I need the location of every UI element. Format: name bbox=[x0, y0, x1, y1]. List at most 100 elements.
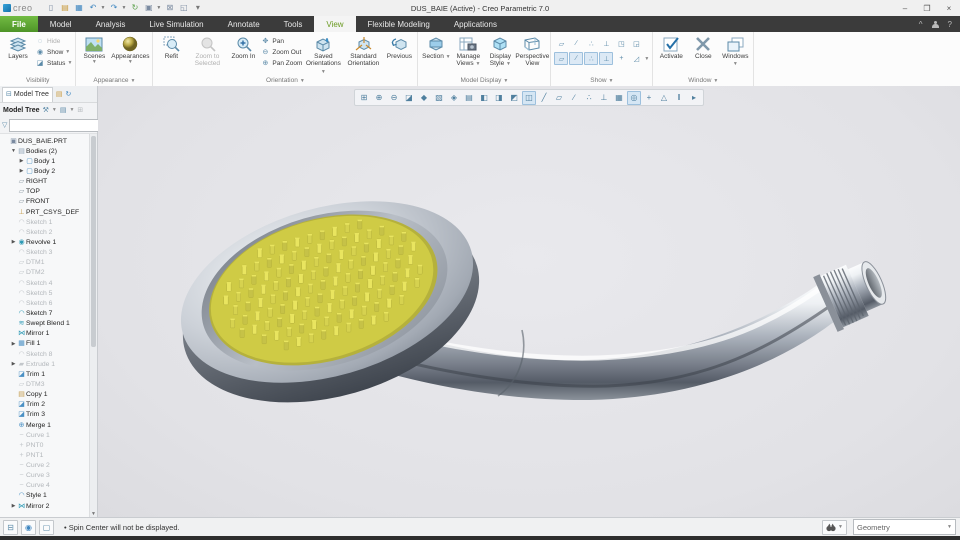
tree-collapsed-arrow[interactable]: ▶ bbox=[10, 361, 17, 367]
section-button[interactable]: Section ▼ bbox=[421, 33, 451, 61]
tree-item-sketch-8[interactable]: ◠ Sketch 8 bbox=[0, 349, 97, 359]
spin-center-toggle[interactable]: + bbox=[614, 52, 628, 65]
redo-icon[interactable]: ↷ bbox=[108, 3, 119, 14]
tab-flexible-modeling[interactable]: Flexible Modeling bbox=[356, 16, 442, 32]
window-switch-icon[interactable]: ▣ bbox=[143, 3, 154, 14]
tree-item-body-1[interactable]: ▶ ▢ Body 1 bbox=[0, 156, 97, 166]
axis-tag-display-toggle[interactable]: ∕ bbox=[569, 52, 584, 65]
tab-annotate[interactable]: Annotate bbox=[216, 16, 272, 32]
activate-button[interactable]: Activate bbox=[656, 33, 686, 60]
tree-item-merge-1[interactable]: ⊕ Merge 1 bbox=[0, 420, 97, 430]
tree-item-bodies-2[interactable]: ▼ ▤ Bodies (2) bbox=[0, 146, 97, 156]
tree-item-copy-1[interactable]: ▤ Copy 1 bbox=[0, 390, 97, 400]
tree-item-fill-1[interactable]: ▶ ▦ Fill 1 bbox=[0, 339, 97, 349]
tree-item-trim-2[interactable]: ◪ Trim 2 bbox=[0, 400, 97, 410]
hide-button[interactable]: ◌ Hide bbox=[35, 36, 72, 46]
collapse-ribbon-icon[interactable]: ^ bbox=[919, 20, 923, 29]
folder-browser-icon[interactable]: ▤ bbox=[56, 91, 63, 98]
tree-item-extrude-1[interactable]: ▶ ▰ Extrude 1 bbox=[0, 359, 97, 369]
plane-display-toggle[interactable]: ▱ bbox=[554, 37, 568, 50]
model-tree-display-toggle[interactable]: ◲ bbox=[629, 37, 643, 50]
new-icon[interactable]: ▯ bbox=[46, 3, 57, 14]
zoom-to-selected-button[interactable]: Zoom to Selected bbox=[188, 33, 226, 68]
tree-columns-icon[interactable]: ▤ bbox=[60, 107, 67, 114]
tree-item-sketch-1[interactable]: ◠ Sketch 1 bbox=[0, 217, 97, 227]
selection-filter-select[interactable]: Geometry ▼ bbox=[853, 519, 956, 535]
navigator-toggle-icon[interactable]: ⊟ bbox=[3, 519, 18, 535]
history-icon[interactable]: ↻ bbox=[66, 91, 72, 98]
datum-display-filter-toggle[interactable]: ◿ bbox=[629, 52, 643, 65]
tree-item-curve-2[interactable]: ~ Curve 2 bbox=[0, 461, 97, 471]
shower-head-model[interactable] bbox=[98, 86, 960, 518]
layers-button[interactable]: Layers bbox=[3, 33, 33, 60]
tree-search-input[interactable] bbox=[10, 121, 106, 129]
point-tag-display-toggle[interactable]: ∴ bbox=[584, 52, 599, 65]
annotation-display-toggle[interactable]: ◳ bbox=[614, 37, 628, 50]
tab-model[interactable]: Model bbox=[38, 16, 84, 32]
tree-item-body-2[interactable]: ▶ ▢ Body 2 bbox=[0, 166, 97, 176]
tree-collapsed-arrow[interactable]: ▶ bbox=[18, 158, 25, 164]
tree-item-sketch-4[interactable]: ◠ Sketch 4 bbox=[0, 278, 97, 288]
csys-tag-display-toggle[interactable]: ⊥ bbox=[599, 52, 614, 65]
tree-collapsed-arrow[interactable]: ▶ bbox=[10, 239, 17, 245]
refit-button[interactable]: Refit bbox=[156, 33, 186, 60]
undo-dropdown-icon[interactable]: ▼ bbox=[101, 5, 106, 11]
new-window-icon[interactable]: ◱ bbox=[178, 3, 189, 14]
tree-item-mirror-2[interactable]: ▶ ⋈ Mirror 2 bbox=[0, 501, 97, 511]
saved-orientations-button[interactable]: Saved Orientations ▼ bbox=[304, 33, 342, 76]
tab-applications[interactable]: Applications bbox=[442, 16, 509, 32]
tree-item-curve-3[interactable]: ~ Curve 3 bbox=[0, 471, 97, 481]
redo-dropdown-icon[interactable]: ▼ bbox=[121, 5, 126, 11]
tree-item-dus-baie-prt[interactable]: ▣ DUS_BAIE.PRT bbox=[0, 136, 97, 146]
tab-file[interactable]: File bbox=[0, 16, 38, 32]
standard-orientation-button[interactable]: Standard Orientation bbox=[344, 33, 382, 68]
display-style-button[interactable]: Display Style ▼ bbox=[485, 33, 515, 68]
tree-item-sketch-2[interactable]: ◠ Sketch 2 bbox=[0, 227, 97, 237]
tab-view[interactable]: View bbox=[314, 16, 356, 32]
datum-display-dropdown-icon[interactable]: ▼ bbox=[644, 56, 649, 62]
tab-analysis[interactable]: Analysis bbox=[84, 16, 138, 32]
point-display-toggle[interactable]: ∴ bbox=[584, 37, 598, 50]
tree-item-sketch-5[interactable]: ◠ Sketch 5 bbox=[0, 288, 97, 298]
web-browser-toggle-icon[interactable]: ◉ bbox=[21, 519, 36, 535]
find-button[interactable]: ▼ bbox=[822, 519, 847, 535]
full-screen-toggle-icon[interactable]: ▢ bbox=[39, 519, 54, 535]
pan-button[interactable]: ✥ Pan bbox=[260, 36, 302, 46]
tree-item-dtm2[interactable]: ▱ DTM2 bbox=[0, 268, 97, 278]
appearances-button[interactable]: Appearances ▼ bbox=[111, 33, 150, 66]
tab-tools[interactable]: Tools bbox=[272, 16, 315, 32]
tree-expanded-arrow[interactable]: ▼ bbox=[10, 148, 17, 154]
tree-item-sketch-7[interactable]: ◠ Sketch 7 bbox=[0, 308, 97, 318]
tree-item-top[interactable]: ▱ TOP bbox=[0, 187, 97, 197]
tree-item-curve-4[interactable]: ~ Curve 4 bbox=[0, 481, 97, 491]
tree-item-pnt0[interactable]: + PNT0 bbox=[0, 440, 97, 450]
tree-collapsed-arrow[interactable]: ▶ bbox=[18, 168, 25, 174]
regenerate-icon[interactable]: ↻ bbox=[129, 3, 140, 14]
tree-collapsed-arrow[interactable]: ▶ bbox=[10, 503, 17, 509]
tab-live-simulation[interactable]: Live Simulation bbox=[137, 16, 215, 32]
minimize-button[interactable]: – bbox=[894, 1, 916, 16]
csys-display-toggle[interactable]: ⊥ bbox=[599, 37, 613, 50]
tab-model-tree[interactable]: ⊟ Model Tree bbox=[2, 86, 53, 102]
tree-scrollbar[interactable]: ▼ bbox=[89, 134, 97, 518]
zoom-out-button[interactable]: ⊖ Zoom Out bbox=[260, 47, 302, 57]
tree-item-revolve-1[interactable]: ▶ ◉ Revolve 1 bbox=[0, 237, 97, 247]
tree-item-sketch-3[interactable]: ◠ Sketch 3 bbox=[0, 248, 97, 258]
windows-button[interactable]: Windows ▼ bbox=[720, 33, 750, 68]
previous-button[interactable]: Previous bbox=[384, 33, 414, 60]
window-switch-dropdown-icon[interactable]: ▼ bbox=[156, 5, 161, 11]
open-icon[interactable]: ▤ bbox=[60, 3, 71, 14]
tree-item-pnt1[interactable]: + PNT1 bbox=[0, 450, 97, 460]
undo-icon[interactable]: ↶ bbox=[88, 3, 99, 14]
tree-item-curve-1[interactable]: ~ Curve 1 bbox=[0, 430, 97, 440]
tree-item-prt-csys-def[interactable]: ⊥ PRT_CSYS_DEF bbox=[0, 207, 97, 217]
tree-item-front[interactable]: ▱ FRONT bbox=[0, 197, 97, 207]
tree-item-style-1[interactable]: ◠ Style 1 bbox=[0, 491, 97, 501]
zoom-in-button[interactable]: Zoom In bbox=[228, 33, 258, 60]
customize-icon[interactable]: ▾ bbox=[192, 3, 203, 14]
tree-item-trim-3[interactable]: ◪ Trim 3 bbox=[0, 410, 97, 420]
filter-icon[interactable]: ▽ bbox=[2, 122, 7, 129]
maximize-button[interactable]: ❐ bbox=[916, 1, 938, 16]
shower-head-face[interactable] bbox=[160, 170, 502, 435]
save-icon[interactable]: ▦ bbox=[74, 3, 85, 14]
